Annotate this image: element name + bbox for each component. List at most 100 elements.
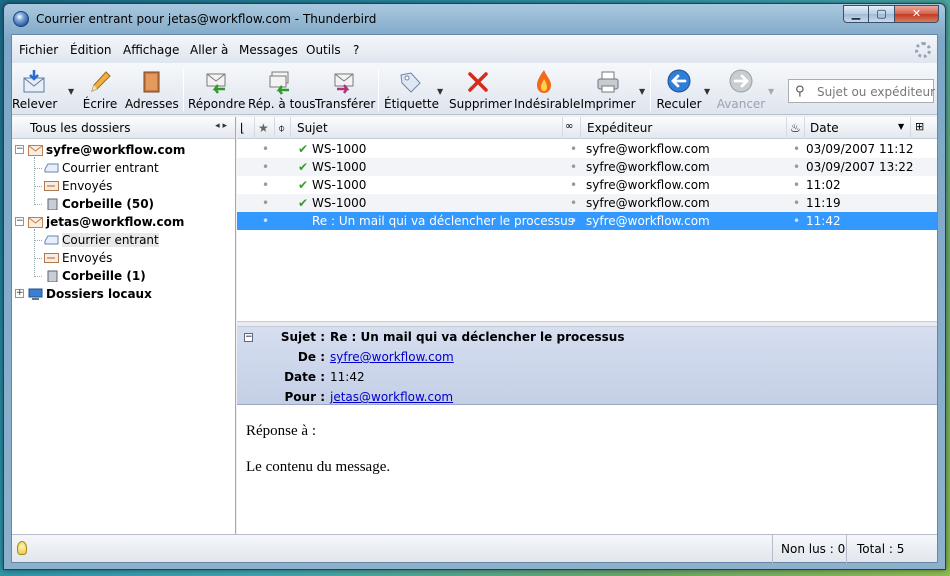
reply-all-button[interactable]: Rép. à tous <box>248 69 316 113</box>
tag-icon <box>400 72 421 93</box>
minimize-button[interactable]: ▁ <box>843 5 869 23</box>
replied-icon: ✔ <box>298 196 309 210</box>
from-link[interactable]: syfre@workflow.com <box>330 350 454 364</box>
account-jetas[interactable]: − jetas@workflow.com <box>12 213 235 231</box>
body-line: Le contenu du message. <box>246 459 391 475</box>
search-input[interactable]: ⚲ Sujet ou expéditeur <box>788 79 936 103</box>
column-date[interactable]: Date <box>805 117 911 139</box>
folder-pane-header: Tous les dossiers ◂ ▸ <box>12 117 235 139</box>
folder-label: Corbeille (50) <box>62 197 155 211</box>
folder-sent-jetas[interactable]: Envoyés <box>12 249 235 267</box>
message-body[interactable]: Réponse à : Le contenu du message. <box>237 405 937 537</box>
column-subject[interactable]: Sujet <box>291 117 563 139</box>
account-label: syfre@workflow.com <box>46 143 186 157</box>
column-junk-icon[interactable]: ♨ <box>787 117 805 139</box>
message-row-selected[interactable]: • Re : Un mail qui va déclencher le proc… <box>237 212 937 230</box>
toolbar-separator <box>378 69 379 111</box>
folder-inbox-jetas[interactable]: Courrier entrant <box>12 231 235 249</box>
column-picker-icon[interactable]: ⊞ <box>915 120 924 133</box>
reply-button[interactable]: Répondre <box>188 69 245 113</box>
column-star-icon[interactable]: ★ <box>255 117 275 139</box>
date-label: Date : <box>284 370 325 384</box>
menu-bar: Fichier Édition Affichage Aller à Messag… <box>12 35 937 63</box>
column-attachment-icon[interactable]: ⌽ <box>275 117 291 139</box>
folder-label: Envoyés <box>62 179 113 193</box>
back-dropdown-icon[interactable]: ▼ <box>704 87 710 96</box>
thread-pane-header: ⌊ ★ ⌽ Sujet ∞ Expéditeur ♨ Date ▼ ⊞ <box>237 117 937 139</box>
to-link[interactable]: jetas@workflow.com <box>330 390 453 404</box>
print-button[interactable]: Imprimer <box>580 69 636 113</box>
get-mail-icon <box>23 70 45 93</box>
subject-value: Re : Un mail qui va déclencher le proces… <box>330 330 625 344</box>
print-label: Imprimer <box>580 97 636 111</box>
sent-icon <box>44 253 59 263</box>
sent-icon <box>44 181 59 191</box>
junk-label: Indésirable <box>514 97 581 111</box>
trash-icon <box>47 270 58 282</box>
header-from-row: De : syfre@workflow.com <box>237 347 937 367</box>
account-local-folders[interactable]: + Dossiers locaux <box>12 285 235 303</box>
search-placeholder: Sujet ou expéditeur <box>817 85 936 99</box>
write-button[interactable]: Écrire <box>80 69 120 113</box>
write-label: Écrire <box>82 97 118 111</box>
account-syfre[interactable]: − syfre@workflow.com <box>12 141 235 159</box>
body-line: Réponse à : <box>246 423 316 439</box>
collapse-icon[interactable]: − <box>15 145 24 154</box>
forward-nav-button[interactable]: Avancer <box>715 69 767 113</box>
folder-trash-jetas[interactable]: Corbeille (1) <box>12 267 235 285</box>
tag-button[interactable]: Étiquette <box>384 69 440 113</box>
column-read-icon[interactable]: ∞ <box>563 117 581 139</box>
message-row[interactable]: • ✔ WS-1000 • syfre@workflow.com • 03/09… <box>237 158 937 176</box>
title-bar[interactable]: Courrier entrant pour jetas@workflow.com… <box>4 4 945 34</box>
message-header: − Sujet : Re : Un mail qui va déclencher… <box>237 327 937 405</box>
local-folders-computer-icon <box>28 288 43 300</box>
sort-descending-icon[interactable]: ▼ <box>898 122 904 131</box>
header-subject-row: Sujet : Re : Un mail qui va déclencher l… <box>237 327 937 347</box>
menu-messages[interactable]: Messages <box>239 43 298 57</box>
replied-icon: ✔ <box>298 160 309 174</box>
trash-icon <box>47 198 58 210</box>
tag-dropdown-icon[interactable]: ▼ <box>437 87 443 96</box>
column-sender[interactable]: Expéditeur <box>581 117 787 139</box>
date-value: 11:42 <box>330 370 365 384</box>
forward-nav-dropdown-icon[interactable]: ▼ <box>768 87 774 96</box>
thread-pane: ⌊ ★ ⌽ Sujet ∞ Expéditeur ♨ Date ▼ ⊞ • ✔ … <box>237 117 937 321</box>
folder-pane: Tous les dossiers ◂ ▸ − syfre@workflow.c… <box>12 117 236 537</box>
folder-view-arrows-icon[interactable]: ◂ ▸ <box>215 121 227 131</box>
menu-affichage[interactable]: Affichage <box>123 43 179 57</box>
forward-arrow-icon <box>729 69 753 93</box>
get-mail-button[interactable]: Relever <box>12 69 57 113</box>
message-row[interactable]: • ✔ WS-1000 • syfre@workflow.com • 11:02 <box>237 176 937 194</box>
delete-button[interactable]: Supprimer <box>449 69 512 113</box>
folder-sent-syfre[interactable]: Envoyés <box>12 177 235 195</box>
folder-inbox-syfre[interactable]: Courrier entrant <box>12 159 235 177</box>
message-row[interactable]: • ✔ WS-1000 • syfre@workflow.com • 11:19 <box>237 194 937 212</box>
menu-outils[interactable]: Outils <box>306 43 341 57</box>
collapse-icon[interactable]: − <box>15 217 24 226</box>
tag-label: Étiquette <box>384 97 440 111</box>
get-mail-dropdown-icon[interactable]: ▼ <box>68 87 74 96</box>
maximize-button[interactable]: ▢ <box>869 5 895 23</box>
menu-aller[interactable]: Aller à <box>190 43 228 57</box>
header-date-row: Date : 11:42 <box>237 367 937 387</box>
thunderbird-app-icon <box>13 11 29 27</box>
back-icon <box>667 69 691 93</box>
junk-button[interactable]: Indésirable <box>514 69 581 113</box>
inbox-icon <box>44 163 59 173</box>
menu-help[interactable]: ? <box>353 43 359 57</box>
print-dropdown-icon[interactable]: ▼ <box>639 87 645 96</box>
address-book-button[interactable]: Adresses <box>125 69 179 113</box>
mail-account-icon <box>28 217 43 228</box>
menu-edition[interactable]: Édition <box>70 43 112 57</box>
reply-all-label: Rép. à tous <box>248 97 316 111</box>
folder-label: Corbeille (1) <box>62 269 146 283</box>
to-label: Pour : <box>284 390 325 404</box>
close-button[interactable]: ✕ <box>895 5 939 23</box>
message-row[interactable]: • ✔ WS-1000 • syfre@workflow.com • 03/09… <box>237 140 937 158</box>
menu-fichier[interactable]: Fichier <box>19 43 58 57</box>
back-button[interactable]: Reculer <box>655 69 703 113</box>
folder-trash-syfre[interactable]: Corbeille (50) <box>12 195 235 213</box>
forward-button[interactable]: Transférer <box>315 69 375 113</box>
expand-icon[interactable]: + <box>15 289 24 298</box>
column-thread-icon[interactable]: ⌊ <box>237 117 255 139</box>
